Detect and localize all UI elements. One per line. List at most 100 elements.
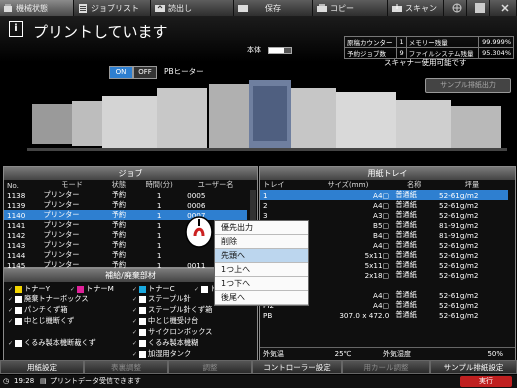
job-cell: 1142 xyxy=(7,230,26,240)
tab-save[interactable]: 保存 xyxy=(235,0,313,16)
bottom-button[interactable]: コントローラー設定 xyxy=(252,360,342,374)
bottom-button[interactable]: 調整 xyxy=(168,360,252,374)
sample-output-button[interactable]: サンプル排紙出力 xyxy=(425,78,511,93)
counter-value: 99.999% xyxy=(477,36,515,48)
tab-label: 保存 xyxy=(265,3,281,13)
tab-scan[interactable]: スキャン xyxy=(389,0,444,16)
globe-button[interactable] xyxy=(445,0,467,16)
supply-color-icon xyxy=(139,339,147,347)
outside-temp-label: 外気温 xyxy=(263,350,284,358)
bottom-button[interactable]: 用カール調整 xyxy=(342,360,430,374)
paper-cell: A3▢ xyxy=(373,210,390,220)
paper-row[interactable]: PB 307.0 x 472.0 普通紙 52-61g/m2 xyxy=(260,310,508,320)
context-menu-item[interactable]: 優先出力 xyxy=(215,221,308,235)
outside-temp-value: 25℃ xyxy=(334,350,352,358)
info-icon: i xyxy=(9,21,23,37)
network-icon: ▤ xyxy=(40,377,47,385)
job-row[interactable]: 1138 プリンター 予約 1 0005 xyxy=(4,190,247,200)
supply-label: 加湿用タンク xyxy=(148,349,192,358)
paper-cell: 52-61g/m2 xyxy=(436,190,508,200)
honbody-meter xyxy=(268,47,292,54)
check-icon: ✓ xyxy=(132,295,138,303)
paper-cell: B4▢ xyxy=(373,230,390,240)
paper-cell: 52-61g/m2 xyxy=(439,310,479,320)
job-cell: 予約 xyxy=(111,190,127,199)
supply-item: ✓ くるみ製本機断裁くず xyxy=(8,338,96,348)
paper-cell: 52-61g/m2 xyxy=(439,290,479,300)
counter-table: 原稿カウンター 1 メモリー残量 99.999% 予約ジョブ数 9 ファイルシス… xyxy=(343,36,515,59)
paper-row[interactable]: 3 A3▢ 普通紙 52-61g/m2 xyxy=(260,210,508,220)
tab-recall[interactable]: 読出し xyxy=(152,0,234,16)
paper-cell: B5▢ xyxy=(373,220,390,230)
scan-icon xyxy=(392,3,402,12)
column-header: 状態 xyxy=(111,180,127,189)
context-menu-item[interactable]: 削除 xyxy=(215,235,308,249)
context-menu-item[interactable]: 先頭へ xyxy=(215,249,308,263)
pb-heater-on-button[interactable]: ON xyxy=(109,66,133,79)
check-icon: ✓ xyxy=(8,306,14,314)
honbody-label: 本体 xyxy=(247,46,261,54)
context-menu-item[interactable]: 後尾へ xyxy=(215,291,308,305)
supply-item: ✓ サイクロンボックス xyxy=(132,327,212,337)
job-list-icon xyxy=(79,3,87,13)
supply-label: くるみ製本機糊 xyxy=(148,338,199,347)
check-icon: ✓ xyxy=(8,317,14,325)
close-button[interactable] xyxy=(491,0,517,16)
job-cell: 1 xyxy=(156,190,162,200)
paper-cell: 5x11▢ xyxy=(364,250,390,260)
job-row[interactable]: 1139 プリンター 予約 1 0006 xyxy=(4,200,247,210)
column-header: サイズ(mm) xyxy=(327,180,369,189)
supply-item: ✓ パンチくず箱 xyxy=(8,305,68,315)
paper-row[interactable]: 2 A4▢ 普通紙 52-61g/m2 xyxy=(260,200,508,210)
job-context-menu: 優先出力 削除 先頭へ 1つ上へ 1つ下へ 後尾へ xyxy=(214,220,309,306)
paper-cell: 52-61g/m2 xyxy=(439,210,479,220)
bottom-button[interactable]: サンプル排紙設定 xyxy=(430,360,517,374)
supply-label: ステープル針くず箱 xyxy=(148,305,213,314)
paper-cell: 普通紙 xyxy=(395,270,417,279)
job-cell: 予約 xyxy=(111,200,127,209)
paper-cell: 3 xyxy=(263,210,268,220)
paper-cell: 普通紙 xyxy=(392,190,436,200)
paper-cell: 普通紙 xyxy=(395,220,417,229)
help-button[interactable] xyxy=(468,0,490,16)
paper-cell: 52-61g/m2 xyxy=(439,260,479,270)
tab-machine-status[interactable]: 機械状態 xyxy=(0,0,74,16)
check-icon: ✓ xyxy=(132,317,138,325)
bottom-button[interactable]: 用紙設定 xyxy=(0,360,84,374)
pb-heater-off-button[interactable]: OFF xyxy=(133,66,157,79)
check-icon: ✓ xyxy=(8,339,14,347)
touch-pointer-icon xyxy=(185,216,213,248)
supply-color-icon xyxy=(15,306,23,314)
supply-item: ✓ 加湿用タンク xyxy=(132,349,191,359)
job-cell: 1140 xyxy=(4,210,41,220)
job-cell: 1139 xyxy=(7,200,26,210)
job-cell: 0006 xyxy=(187,200,206,210)
column-header: 坪量 xyxy=(464,180,480,189)
tab-label: ジョブリスト xyxy=(91,3,139,13)
recall-icon xyxy=(155,4,165,12)
paper-row[interactable]: 1 A4▢ 普通紙 52-61g/m2 xyxy=(260,190,508,200)
supply-label: 廃棄トナーボックス xyxy=(24,294,89,303)
supply-label: トナーM xyxy=(86,284,114,293)
paper-cell: A4▢ xyxy=(373,240,390,250)
job-panel-title: ジョブ xyxy=(4,167,257,180)
context-menu-item[interactable]: 1つ上へ xyxy=(215,263,308,277)
job-cell: プリンター xyxy=(43,250,80,259)
bottom-button[interactable]: 表裏調整 xyxy=(84,360,168,374)
paper-cell: 52-61g/m2 xyxy=(439,300,479,310)
column-header: トレイ xyxy=(263,180,285,189)
job-cell: 1141 xyxy=(7,220,26,230)
counter-row: 原稿カウンター 1 メモリー残量 99.999% xyxy=(343,36,515,48)
page-title: プリントしています xyxy=(33,23,168,41)
supply-label: ステープル針 xyxy=(148,294,191,303)
supply-color-icon xyxy=(139,350,147,358)
footer-message: プリントデータ受信できます xyxy=(50,377,141,385)
pb-heater-toggle[interactable]: ON OFF xyxy=(109,66,157,79)
job-cell: 1144 xyxy=(7,250,26,260)
tab-job-list[interactable]: ジョブリスト xyxy=(75,0,151,16)
paper-cell: A4▢ xyxy=(303,190,393,200)
context-menu-item[interactable]: 1つ下へ xyxy=(215,277,308,291)
tab-copy[interactable]: コピー xyxy=(314,0,388,16)
job-cell: 予約 xyxy=(103,210,135,220)
job-cell: 1 xyxy=(134,210,185,220)
